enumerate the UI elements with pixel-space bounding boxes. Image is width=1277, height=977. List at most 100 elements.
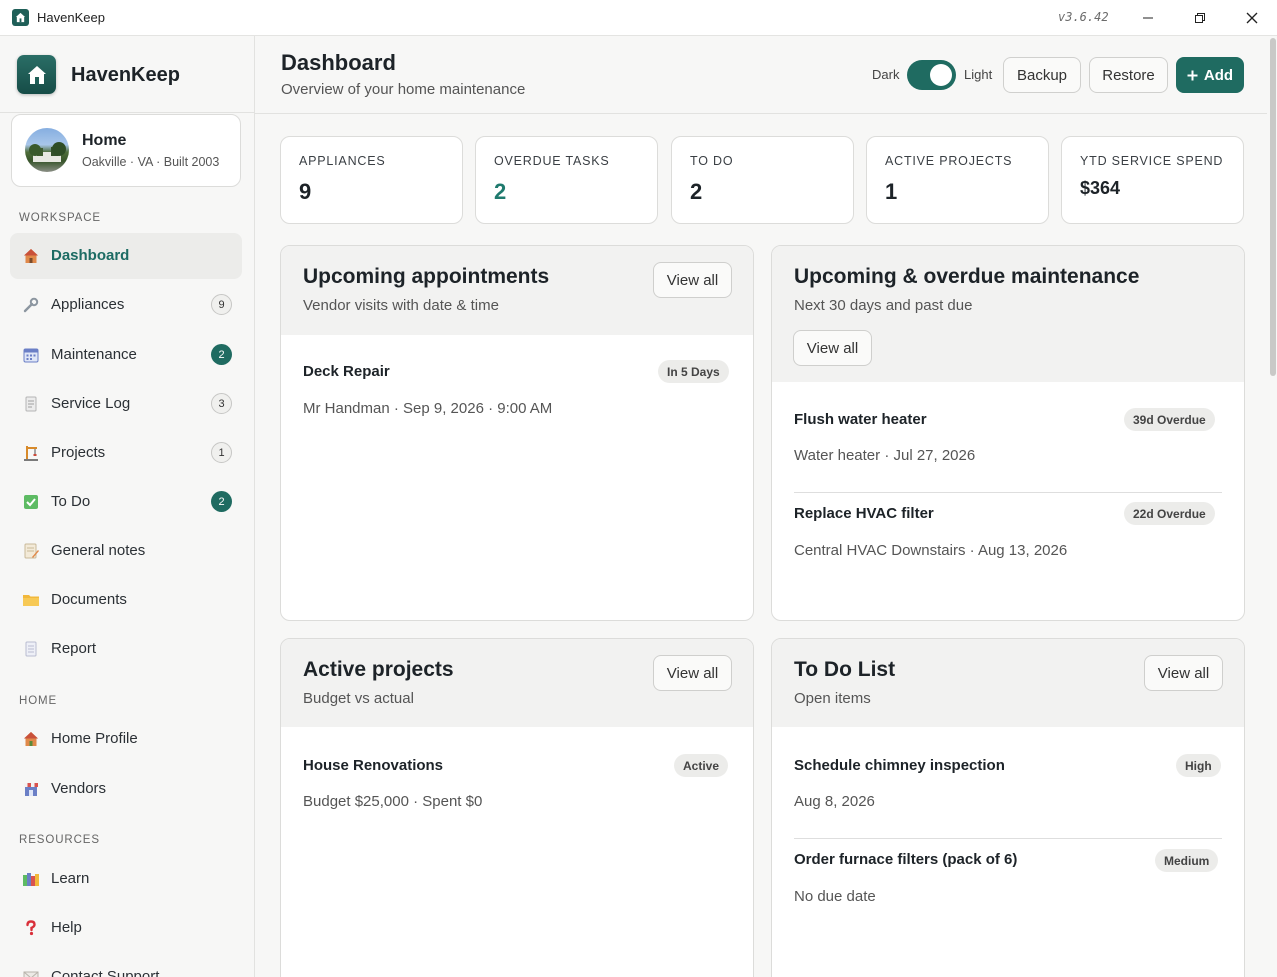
wrench-icon bbox=[23, 297, 39, 313]
main-content: Dashboard Overview of your home maintena… bbox=[255, 36, 1267, 977]
document-icon bbox=[25, 396, 37, 412]
card-subtitle: Vendor visits with date & time bbox=[303, 297, 499, 314]
nav-label: Appliances bbox=[51, 296, 125, 313]
status-badge: In 5 Days bbox=[658, 360, 729, 383]
nav-report[interactable]: Report bbox=[10, 626, 242, 672]
todo-title[interactable]: Schedule chimney inspection bbox=[794, 757, 1005, 774]
nav-service-log[interactable]: Service Log 3 bbox=[10, 381, 242, 427]
restore-button[interactable]: Restore bbox=[1089, 57, 1168, 93]
nav-label: Vendors bbox=[51, 780, 107, 797]
envelope-icon bbox=[23, 971, 39, 977]
page-header: Dashboard Overview of your home maintena… bbox=[255, 36, 1267, 114]
stat-overdue-tasks[interactable]: OVERDUE TASKS 2 bbox=[475, 136, 658, 224]
nav-documents[interactable]: Documents bbox=[10, 577, 242, 623]
page-title: Dashboard bbox=[281, 50, 396, 75]
count-badge: 2 bbox=[211, 344, 232, 365]
appointment-title[interactable]: Deck Repair bbox=[303, 363, 390, 380]
stat-appliances[interactable]: APPLIANCES 9 bbox=[280, 136, 463, 224]
stat-value: 1 bbox=[885, 179, 898, 204]
nav-home-profile[interactable]: Home Profile bbox=[10, 716, 242, 762]
section-resources: RESOURCES bbox=[19, 834, 100, 846]
scrollbar-thumb[interactable] bbox=[1270, 38, 1276, 376]
home-details: Oakville · VA · Built 2003 bbox=[82, 155, 220, 169]
section-home: HOME bbox=[19, 695, 58, 707]
view-all-button[interactable]: View all bbox=[793, 330, 872, 366]
store-icon bbox=[24, 783, 38, 796]
window-title: HavenKeep bbox=[37, 10, 105, 25]
question-icon bbox=[26, 920, 36, 936]
stat-ytd-service-spend[interactable]: YTD SERVICE SPEND $364 bbox=[1061, 136, 1244, 224]
close-icon bbox=[1246, 12, 1258, 24]
nav-vendors[interactable]: Vendors bbox=[10, 766, 242, 812]
nav-label: Help bbox=[51, 919, 82, 936]
folder-icon bbox=[23, 595, 39, 606]
project-title[interactable]: House Renovations bbox=[303, 757, 443, 774]
theme-dark-label: Dark bbox=[872, 67, 900, 82]
nav-help[interactable]: Help bbox=[10, 905, 242, 951]
card-subtitle: Next 30 days and past due bbox=[794, 297, 973, 314]
nav-label: Maintenance bbox=[51, 346, 137, 363]
project-meta: Budget $25,000 · Spent $0 bbox=[303, 793, 483, 810]
section-workspace: WORKSPACE bbox=[19, 212, 102, 224]
minimize-button[interactable] bbox=[1122, 0, 1174, 36]
nav-maintenance[interactable]: Maintenance 2 bbox=[10, 332, 242, 378]
maintenance-title[interactable]: Flush water heater bbox=[794, 411, 927, 428]
theme-toggle[interactable] bbox=[907, 60, 956, 90]
stat-label: ACTIVE PROJECTS bbox=[885, 154, 1013, 168]
nav-label: Home Profile bbox=[51, 730, 138, 747]
theme-light-label: Light bbox=[964, 67, 993, 82]
toggle-knob bbox=[930, 64, 952, 86]
stat-label: TO DO bbox=[690, 154, 734, 168]
home-avatar bbox=[25, 128, 69, 172]
nav-label: Contact Support bbox=[51, 968, 160, 977]
priority-badge: Medium bbox=[1155, 849, 1219, 872]
maintenance-meta: Water heater · Jul 27, 2026 bbox=[794, 447, 976, 464]
nav-contact-support[interactable]: Contact Support bbox=[10, 954, 242, 977]
card-header: Active projects Budget vs actual View al… bbox=[281, 639, 753, 727]
card-header: To Do List Open items View all bbox=[772, 639, 1244, 727]
nav-general-notes[interactable]: General notes bbox=[10, 528, 242, 574]
count-badge: 3 bbox=[211, 393, 232, 414]
logo-icon bbox=[17, 55, 56, 94]
nav-label: To Do bbox=[51, 493, 91, 510]
backup-button[interactable]: Backup bbox=[1003, 57, 1081, 93]
nav-label: Learn bbox=[51, 870, 90, 887]
app-icon bbox=[12, 9, 29, 26]
nav-appliances[interactable]: Appliances 9 bbox=[10, 282, 242, 328]
stat-to-do[interactable]: TO DO 2 bbox=[671, 136, 854, 224]
plus-icon bbox=[1187, 70, 1198, 80]
count-badge: 2 bbox=[211, 491, 232, 512]
memo-icon bbox=[24, 543, 39, 559]
stat-active-projects[interactable]: ACTIVE PROJECTS 1 bbox=[866, 136, 1049, 224]
todo-meta: No due date bbox=[794, 888, 876, 905]
checkbox-icon bbox=[24, 495, 38, 509]
card-header: Upcoming & overdue maintenance Next 30 d… bbox=[772, 246, 1244, 382]
add-label: Add bbox=[1203, 66, 1234, 84]
close-button[interactable] bbox=[1226, 0, 1277, 36]
stat-value: 2 bbox=[690, 179, 703, 204]
maintenance-card: Upcoming & overdue maintenance Next 30 d… bbox=[771, 245, 1245, 621]
projects-card: Active projects Budget vs actual View al… bbox=[280, 638, 754, 977]
view-all-button[interactable]: View all bbox=[653, 655, 732, 691]
stat-value: $364 bbox=[1080, 178, 1121, 198]
sidebar: HavenKeep Home Oakville · VA · Built 200… bbox=[0, 36, 255, 977]
priority-badge: High bbox=[1176, 754, 1221, 777]
nav-projects[interactable]: Projects 1 bbox=[10, 430, 242, 476]
calendar-icon bbox=[23, 348, 39, 363]
nav-learn[interactable]: Learn bbox=[10, 856, 242, 902]
home-switcher[interactable]: Home Oakville · VA · Built 2003 bbox=[11, 114, 241, 187]
todo-title[interactable]: Order furnace filters (pack of 6) bbox=[794, 851, 1017, 868]
view-all-button[interactable]: View all bbox=[1144, 655, 1223, 691]
add-button[interactable]: Add bbox=[1176, 57, 1244, 93]
maintenance-title[interactable]: Replace HVAC filter bbox=[794, 505, 934, 522]
brand-header: HavenKeep bbox=[0, 36, 254, 113]
nav-label: Documents bbox=[51, 591, 127, 608]
maximize-button[interactable] bbox=[1174, 0, 1226, 36]
card-title: Upcoming appointments bbox=[303, 265, 550, 288]
nav-to-do[interactable]: To Do 2 bbox=[10, 479, 242, 525]
nav-dashboard[interactable]: Dashboard bbox=[10, 233, 242, 279]
version-label: v3.6.42 bbox=[1058, 10, 1109, 24]
divider bbox=[794, 838, 1222, 839]
view-all-button[interactable]: View all bbox=[653, 262, 732, 298]
card-title: Active projects bbox=[303, 658, 454, 681]
